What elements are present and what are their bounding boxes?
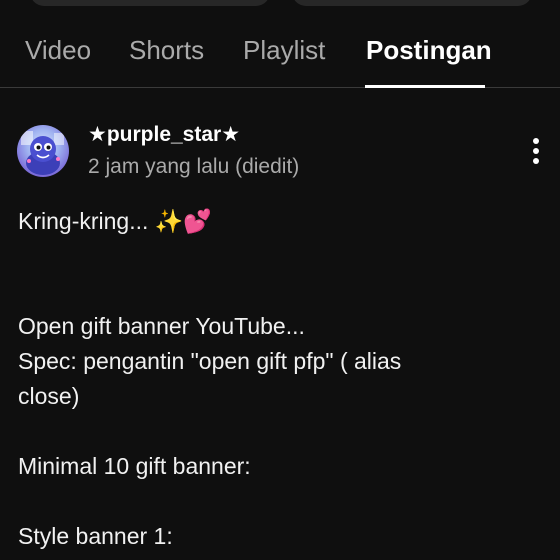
top-chip-row: [0, 0, 560, 6]
more-vertical-icon[interactable]: [524, 136, 548, 166]
tab-shorts[interactable]: Shorts: [129, 35, 204, 66]
tab-video[interactable]: Video: [25, 35, 91, 66]
top-chip[interactable]: [292, 0, 532, 6]
post-timestamp: 2 jam yang lalu (diedit): [88, 155, 300, 178]
post-text-line: Style banner 1:: [18, 523, 173, 549]
post-author-name[interactable]: ★purple_star★: [88, 122, 240, 147]
post-text-line: close): [18, 383, 80, 409]
post-text-line: Spec: pengantin "open gift pfp" ( alias: [18, 348, 402, 374]
post-text-line: Minimal 10 gift banner:: [18, 453, 251, 479]
tab-playlist[interactable]: Playlist: [243, 35, 325, 66]
post-text-line: Open gift banner YouTube...: [18, 313, 305, 339]
avatar-image: [21, 131, 64, 175]
channel-tabs: Video Shorts Playlist Postingan: [0, 24, 560, 88]
author-avatar[interactable]: [17, 125, 69, 177]
post-text-line: Kring-kring... ✨💕: [18, 208, 213, 234]
community-post: ★purple_star★ 2 jam yang lalu (diedit) K…: [0, 88, 560, 560]
tab-postingan[interactable]: Postingan: [366, 35, 492, 66]
top-chip[interactable]: [30, 0, 270, 6]
